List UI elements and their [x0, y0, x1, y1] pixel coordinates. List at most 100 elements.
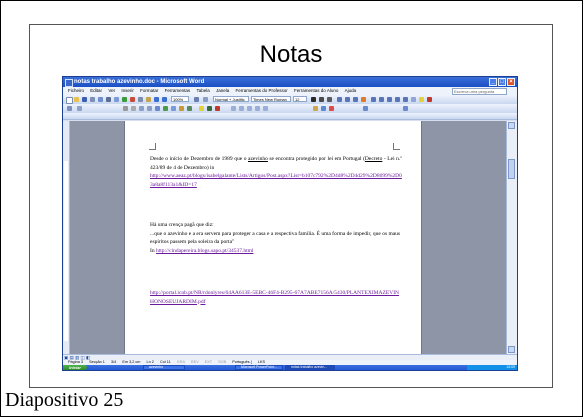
- highlight-icon[interactable]: [419, 97, 424, 102]
- margin-mark: [393, 143, 400, 150]
- undo-icon[interactable]: [154, 97, 159, 102]
- italic-icon[interactable]: [319, 97, 324, 102]
- status-page: Página 3: [68, 360, 83, 364]
- zoom-select[interactable]: 100%: [171, 96, 189, 102]
- print-icon[interactable]: [106, 97, 111, 102]
- minimize-icon[interactable]: _: [489, 78, 497, 86]
- paragraph-3[interactable]: http://portal.icnb.pt/NR/rdonlyres/64AA6…: [150, 289, 402, 306]
- redo-icon[interactable]: [162, 97, 167, 102]
- open-folder-icon[interactable]: [74, 97, 79, 102]
- oval-icon[interactable]: [147, 106, 152, 111]
- font-color-icon[interactable]: [427, 97, 432, 102]
- permission-icon[interactable]: [90, 97, 95, 102]
- arrow-icon[interactable]: [131, 106, 136, 111]
- copy-icon[interactable]: [138, 97, 143, 102]
- azevinho-link[interactable]: azevinho: [248, 156, 268, 162]
- picture-icon[interactable]: [187, 106, 192, 111]
- menu-item-student-tools[interactable]: Ferramentas do Aluno: [294, 88, 338, 93]
- menu-item-format[interactable]: Formatar: [140, 88, 158, 93]
- source-link-3[interactable]: http://portal.icnb.pt/NR/rdonlyres/64AA6…: [150, 290, 399, 305]
- textbox-icon[interactable]: [155, 106, 160, 111]
- rectangle-icon[interactable]: [139, 106, 144, 111]
- justify-icon[interactable]: [361, 97, 366, 102]
- align-center-icon[interactable]: [345, 97, 350, 102]
- scroll-down-icon[interactable]: [508, 346, 515, 353]
- status-language[interactable]: Português (: [232, 360, 252, 364]
- task-powerpoint[interactable]: Microsoft PowerPoint...: [235, 365, 283, 370]
- slide-caption: Diapositivo 25: [5, 389, 124, 411]
- reject-icon[interactable]: [329, 106, 334, 111]
- menu-item-help[interactable]: Ajuda: [345, 88, 357, 93]
- dash-style-icon[interactable]: [239, 106, 244, 111]
- text-color-icon[interactable]: [215, 106, 220, 111]
- autoshapes-icon[interactable]: [77, 106, 82, 111]
- bullets-icon[interactable]: [387, 97, 392, 102]
- line-spacing-icon[interactable]: [371, 97, 376, 102]
- paste-icon[interactable]: [146, 97, 151, 102]
- task-word-document[interactable]: notas trabalho azevin...: [285, 365, 335, 370]
- save-icon[interactable]: [82, 97, 87, 102]
- font-size-select[interactable]: 12: [293, 96, 307, 102]
- style-select[interactable]: Normal + Justific: [213, 96, 249, 102]
- start-button[interactable]: Iniciar: [63, 365, 87, 370]
- read-icon[interactable]: [203, 97, 208, 102]
- status-spelling[interactable]: LKS: [258, 360, 265, 364]
- menu-item-view[interactable]: Ver: [108, 88, 115, 93]
- word-window: notas trabalho azevinho.doc - Microsoft …: [62, 76, 518, 371]
- clipart-icon[interactable]: [179, 106, 184, 111]
- decrease-indent-icon[interactable]: [395, 97, 400, 102]
- source-link-2[interactable]: http://cindapereira.blogs.sapo.pt/34537.…: [156, 248, 253, 254]
- document-page[interactable]: Desde o início de Dezembro de 1989 que o…: [124, 121, 422, 354]
- diagram-icon[interactable]: [171, 106, 176, 111]
- menu-item-insert[interactable]: Inserir: [121, 88, 134, 93]
- line-color-icon[interactable]: [207, 106, 212, 111]
- menu-item-file[interactable]: Ficheiro: [68, 88, 84, 93]
- email-icon[interactable]: [98, 97, 103, 102]
- review-icon[interactable]: [313, 106, 318, 111]
- paragraph-2[interactable]: Há uma crença pagã que diz: ...que o aze…: [150, 221, 402, 255]
- reading-pane-icon[interactable]: [403, 106, 408, 111]
- menu-item-teacher-tools[interactable]: Ferramentas do Professor: [236, 88, 288, 93]
- bold-icon[interactable]: [311, 97, 316, 102]
- cut-icon[interactable]: [130, 97, 135, 102]
- menu-item-table[interactable]: Tabela: [196, 88, 209, 93]
- 3d-icon[interactable]: [263, 106, 268, 111]
- vertical-scrollbar[interactable]: [506, 121, 517, 354]
- shadow-icon[interactable]: [255, 106, 260, 111]
- borders-icon[interactable]: [411, 97, 416, 102]
- track-changes-icon[interactable]: [321, 106, 326, 111]
- underline-icon[interactable]: [327, 97, 332, 102]
- fill-color-icon[interactable]: [199, 106, 204, 111]
- menu-item-window[interactable]: Janela: [216, 88, 229, 93]
- paragraph-1[interactable]: Desde o início de Dezembro de 1989 que o…: [150, 155, 402, 189]
- window-titlebar[interactable]: notas trabalho azevinho.doc - Microsoft …: [63, 77, 517, 87]
- line-style-icon[interactable]: [231, 106, 236, 111]
- line-icon[interactable]: [123, 106, 128, 111]
- task-azevinho[interactable]: azevinho: [143, 365, 185, 370]
- comment-icon[interactable]: [363, 106, 368, 111]
- ruler-bar: [63, 113, 517, 156]
- maximize-icon[interactable]: □: [498, 78, 506, 86]
- font-select[interactable]: Times New Roman: [251, 96, 291, 102]
- text-span: Desde o início de Dezembro de 1989 que o: [150, 156, 248, 162]
- align-left-icon[interactable]: [337, 97, 342, 102]
- status-trk: REV: [190, 360, 199, 364]
- new-document-icon[interactable]: [66, 97, 73, 104]
- wordart-icon[interactable]: [163, 106, 168, 111]
- scroll-thumb[interactable]: [508, 159, 515, 179]
- align-right-icon[interactable]: [353, 97, 358, 102]
- source-link-1[interactable]: http://www.aeaz.pt/blogs/isabelgalante/L…: [150, 173, 402, 188]
- increase-indent-icon[interactable]: [403, 97, 408, 102]
- document-area: Desde o início de Dezembro de 1989 que o…: [70, 121, 507, 354]
- numbering-icon[interactable]: [379, 97, 384, 102]
- menu-item-tools[interactable]: Ferramentas: [165, 88, 191, 93]
- help-search-input[interactable]: Escreva uma pergunta: [452, 88, 507, 95]
- menu-item-edit[interactable]: Editar: [90, 88, 102, 93]
- spelling-icon[interactable]: [122, 97, 127, 102]
- draw-icon[interactable]: [67, 106, 72, 111]
- arrow-style-icon[interactable]: [247, 106, 252, 111]
- scroll-up-icon[interactable]: [508, 122, 515, 129]
- help-icon[interactable]: [194, 97, 199, 102]
- print-preview-icon[interactable]: [114, 97, 119, 102]
- close-icon[interactable]: ×: [507, 78, 515, 86]
